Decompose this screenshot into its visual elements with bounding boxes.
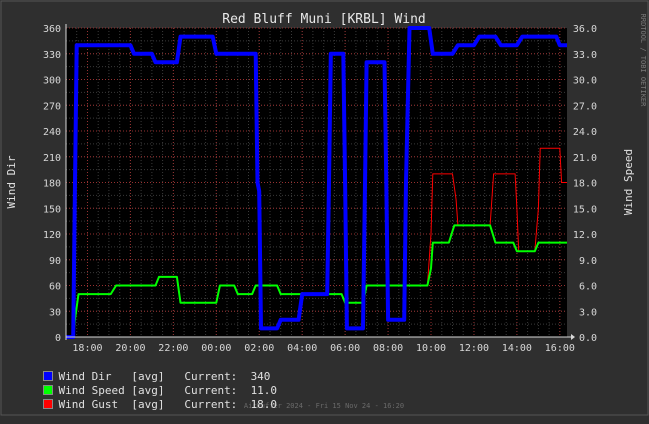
x-tick-label: 08:00 <box>373 343 403 354</box>
legend-label-wind-gust: Wind Gust [avg] Current: <box>58 398 238 411</box>
x-tick-label: 10:00 <box>416 343 446 354</box>
y-right-tick-label: 0.0 <box>579 333 597 344</box>
y-left-tick-label: 180 <box>43 179 61 190</box>
y-left-label: Wind Dir <box>5 155 18 208</box>
x-tick-label: 12:00 <box>459 343 489 354</box>
y-left-tick-label: 60 <box>49 282 61 293</box>
y-right-tick-label: 9.0 <box>579 256 597 267</box>
x-tick-label: 00:00 <box>201 343 231 354</box>
plot-area: 0 30 60 90 120 150 180 210 240 270 300 330 360 0.0 3.0… <box>43 24 597 354</box>
y-right-tick-label: 27.0 <box>573 101 597 112</box>
y-right-tick-label: 15.0 <box>573 204 597 215</box>
x-tick-label: 18:00 <box>72 343 102 354</box>
y-right-tick-label: 12.0 <box>573 230 597 241</box>
y-right-tick-label: 36.0 <box>573 24 597 35</box>
legend-value-wind-gust: 18.0 <box>250 398 278 411</box>
x-tick-label: 06:00 <box>330 343 360 354</box>
x-tick-label: 22:00 <box>158 343 188 354</box>
legend-item-wind-dir: Wind Dir [avg] Current: 340 <box>16 357 270 383</box>
y-left-tick-label: 30 <box>49 307 61 318</box>
y-left-tick-label: 90 <box>49 256 61 267</box>
y-left-tick-label: 300 <box>43 76 61 87</box>
x-tick-label: 04:00 <box>287 343 317 354</box>
y-left-tick-label: 0 <box>55 333 61 344</box>
rrdtool-credit: RRDTOOL / TOBI OETIKER <box>639 14 647 108</box>
y-left-tick-label: 150 <box>43 204 61 215</box>
x-tick-label: 14:00 <box>502 343 532 354</box>
y-left-tick-label: 210 <box>43 153 61 164</box>
y-left-tick-label: 240 <box>43 127 61 138</box>
y-left-tick-label: 360 <box>43 24 61 35</box>
wind-chart: 0 30 60 90 120 150 180 210 240 270 300 330 360 0.0 3.0… <box>0 0 649 416</box>
y-left-tick-label: 330 <box>43 50 61 61</box>
y-left-tick-label: 120 <box>43 230 61 241</box>
y-right-tick-label: 18.0 <box>573 179 597 190</box>
chart-title: Red Bluff Muni [KRBL] Wind <box>222 12 426 27</box>
y-left-tick-label: 270 <box>43 101 61 112</box>
y-right-tick-label: 6.0 <box>579 282 597 293</box>
y-right-tick-label: 3.0 <box>579 307 597 318</box>
x-axis-arrow <box>571 334 575 340</box>
y-right-tick-label: 21.0 <box>573 153 597 164</box>
legend-swatch-wind-gust <box>42 399 53 409</box>
x-tick-label: 20:00 <box>115 343 145 354</box>
y-right-tick-label: 24.0 <box>573 127 597 138</box>
y-right-tick-label: 30.0 <box>573 76 597 87</box>
y-right-tick-label: 33.0 <box>573 50 597 61</box>
x-tick-label: 16:00 <box>545 343 575 354</box>
chart-window: 0 30 60 90 120 150 180 210 240 270 300 330 360 0.0 3.0… <box>0 0 649 416</box>
legend-item-wind-gust: Wind Gust [avg] Current: 18.0 <box>16 385 277 411</box>
y-right-label: Wind Speed <box>622 149 635 215</box>
x-tick-label: 02:00 <box>244 343 274 354</box>
legend-item-wind-speed: Wind Speed [avg] Current: 11.0 <box>16 371 277 397</box>
